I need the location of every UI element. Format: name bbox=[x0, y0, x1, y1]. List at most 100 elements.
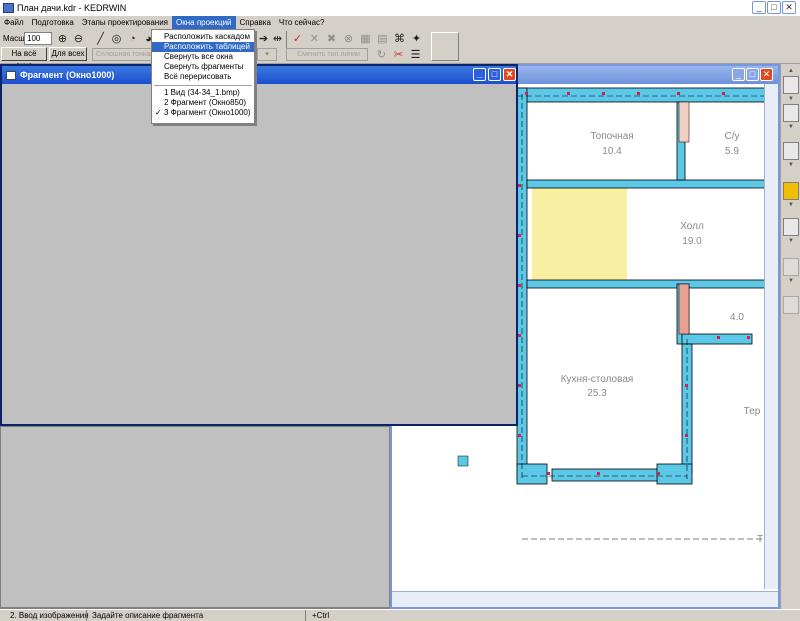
fragment-close-button[interactable]: ✕ bbox=[503, 68, 516, 81]
node bbox=[685, 384, 688, 387]
zoom-in-icon[interactable]: ⊕ bbox=[55, 31, 70, 46]
stairs-tool-icon[interactable] bbox=[783, 218, 799, 236]
toolbar: Масшт 100 ⊕ ⊖ На всё окно Для всех ╱ ◎ ◔… bbox=[0, 30, 800, 70]
check-line-icon[interactable]: ✓ bbox=[290, 31, 305, 46]
room-area-boiler: 10.4 bbox=[602, 146, 622, 157]
menu-item-minimize-all[interactable]: Свернуть все окна bbox=[152, 52, 254, 62]
node bbox=[637, 92, 640, 95]
fragment-minimize-button[interactable]: _ bbox=[473, 68, 486, 81]
wall-top bbox=[516, 87, 764, 103]
menu-projection-windows[interactable]: Окна проекций bbox=[172, 16, 236, 30]
line-tool-icon[interactable]: ╱ bbox=[93, 31, 108, 46]
arrow-tool-icon[interactable]: ➔ bbox=[256, 31, 271, 46]
layer-tool-icon[interactable]: ▤ bbox=[375, 31, 390, 46]
nodes-tool-icon[interactable] bbox=[783, 76, 799, 94]
arc-tool-icon[interactable]: ◔ bbox=[125, 31, 140, 46]
menu-design-stages[interactable]: Этапы проектирования bbox=[78, 16, 172, 30]
node bbox=[657, 472, 660, 475]
zoom-out-icon[interactable]: ⊖ bbox=[71, 31, 86, 46]
menu-item-window-3[interactable]: ✓ 3 Фрагмент (Окно1000) bbox=[152, 108, 254, 118]
menu-item-tile[interactable]: Расположить таблицей bbox=[152, 42, 254, 52]
wall-bottom-left bbox=[516, 463, 548, 485]
menu-item-cascade[interactable]: Расположить каскадом bbox=[152, 32, 254, 42]
list-tool-icon[interactable]: ☰ bbox=[408, 47, 423, 62]
grid-tool-icon[interactable]: ▦ bbox=[358, 31, 373, 46]
right-tool-panel: ▲ ▼ ▼ ▼ ▼ ▼ ▼ bbox=[780, 64, 800, 609]
circle-tool-icon[interactable]: ◎ bbox=[109, 31, 124, 46]
dimension-tool-icon[interactable]: ⇹ bbox=[270, 31, 285, 46]
axis-tool-icon[interactable] bbox=[783, 142, 799, 160]
fit-window-button[interactable]: На всё окно bbox=[1, 47, 47, 70]
line-type-dropdown[interactable]: Сплошная тонкая bbox=[92, 48, 157, 61]
room-name-hall: Холл bbox=[680, 221, 704, 232]
plan-maximize-button[interactable]: □ bbox=[746, 68, 759, 81]
building-tool-icon[interactable] bbox=[783, 182, 799, 200]
chevron-down-icon[interactable]: ▼ bbox=[783, 124, 799, 130]
wall-mid-2 bbox=[526, 279, 764, 289]
chevron-down-icon[interactable]: ▼ bbox=[783, 96, 799, 102]
scroll-up-icon[interactable]: ▲ bbox=[783, 68, 799, 74]
node bbox=[677, 92, 680, 95]
menu-file[interactable]: Файл bbox=[0, 16, 28, 30]
checkmark-icon: ✓ bbox=[155, 108, 162, 117]
rotate-tool-icon[interactable]: ↻ bbox=[374, 47, 389, 62]
projection-windows-menu: Расположить каскадом Расположить таблице… bbox=[151, 29, 255, 124]
magnet-tool-icon[interactable]: ⌘ bbox=[392, 31, 407, 46]
window-icon bbox=[6, 70, 16, 80]
fragment-canvas[interactable] bbox=[2, 84, 516, 424]
menu-item-minimize-fragments[interactable]: Свернуть фрагменты bbox=[152, 62, 254, 72]
node bbox=[747, 336, 750, 339]
node bbox=[602, 92, 605, 95]
node bbox=[518, 434, 521, 437]
vertical-scrollbar[interactable] bbox=[764, 84, 778, 589]
status-stage: 2. Ввод изображения bbox=[10, 611, 89, 620]
fragment-maximize-button[interactable]: □ bbox=[488, 68, 501, 81]
node bbox=[547, 472, 550, 475]
status-bar: 2. Ввод изображения Задайте описание фра… bbox=[0, 609, 800, 621]
fragment-titlebar: Фрагмент (Окно1000) _ □ ✕ bbox=[2, 66, 516, 84]
plan-close-button[interactable]: ✕ bbox=[760, 68, 773, 81]
node-tool-icon[interactable]: ⊗ bbox=[341, 31, 356, 46]
room-area-wc: 5.9 bbox=[725, 146, 739, 157]
status-divider bbox=[86, 610, 87, 621]
wall-right-kitchen bbox=[681, 343, 693, 475]
chevron-down-icon[interactable]: ▼ bbox=[783, 202, 799, 208]
node bbox=[717, 336, 720, 339]
status-modifier: +Ctrl bbox=[312, 611, 330, 620]
wall-bottom bbox=[551, 468, 663, 482]
cross-tool-icon[interactable]: ✕ bbox=[307, 31, 322, 46]
stairs-area bbox=[532, 184, 627, 284]
column-marker bbox=[457, 455, 469, 467]
menu-whats-now[interactable]: Что сейчас? bbox=[275, 16, 329, 30]
red-tool-icon[interactable]: ✂ bbox=[391, 47, 406, 62]
menu-item-window-2[interactable]: 2 Фрагмент (Окно850) bbox=[152, 98, 254, 108]
menu-item-window-1[interactable]: 1 Вид (34-34_1.bmp) bbox=[152, 88, 254, 98]
app-title: План дачи.kdr - KEDRWIN bbox=[17, 3, 127, 13]
node bbox=[518, 234, 521, 237]
export-tool-icon[interactable] bbox=[783, 296, 799, 314]
delete-tool-icon[interactable]: ✖ bbox=[324, 31, 339, 46]
menu-item-window-3-label: 3 Фрагмент (Окно1000) bbox=[164, 108, 251, 117]
chevron-down-icon[interactable]: ▾ bbox=[257, 48, 277, 61]
change-line-type-button[interactable]: Сменить тип линии bbox=[286, 48, 368, 61]
chevron-down-icon[interactable]: ▼ bbox=[783, 238, 799, 244]
menu-preparation[interactable]: Подготовка bbox=[28, 16, 78, 30]
chevron-down-icon[interactable]: ▼ bbox=[783, 162, 799, 168]
horizontal-scrollbar[interactable] bbox=[392, 591, 778, 607]
maximize-button[interactable]: □ bbox=[767, 1, 781, 14]
room-name-boiler: Топочная bbox=[590, 131, 633, 142]
plan-minimize-button[interactable]: _ bbox=[732, 68, 745, 81]
minimize-button[interactable]: _ bbox=[752, 1, 766, 14]
fragment-title: Фрагмент (Окно1000) bbox=[20, 70, 115, 80]
layers-tool-icon[interactable] bbox=[783, 258, 799, 276]
menu-help[interactable]: Справка bbox=[236, 16, 275, 30]
menu-item-redraw-all[interactable]: Всё перерисовать bbox=[152, 72, 254, 82]
for-all-button[interactable]: Для всех bbox=[49, 47, 87, 61]
chevron-down-icon[interactable]: ▼ bbox=[783, 278, 799, 284]
close-button[interactable]: ✕ bbox=[782, 1, 796, 14]
app-title-bar: План дачи.kdr - KEDRWIN _ □ ✕ bbox=[0, 0, 800, 16]
scale-input[interactable]: 100 bbox=[24, 32, 52, 45]
settings-tool-icon[interactable]: ✦ bbox=[409, 31, 424, 46]
chimney bbox=[678, 283, 690, 335]
view-tool-icon[interactable] bbox=[783, 104, 799, 122]
